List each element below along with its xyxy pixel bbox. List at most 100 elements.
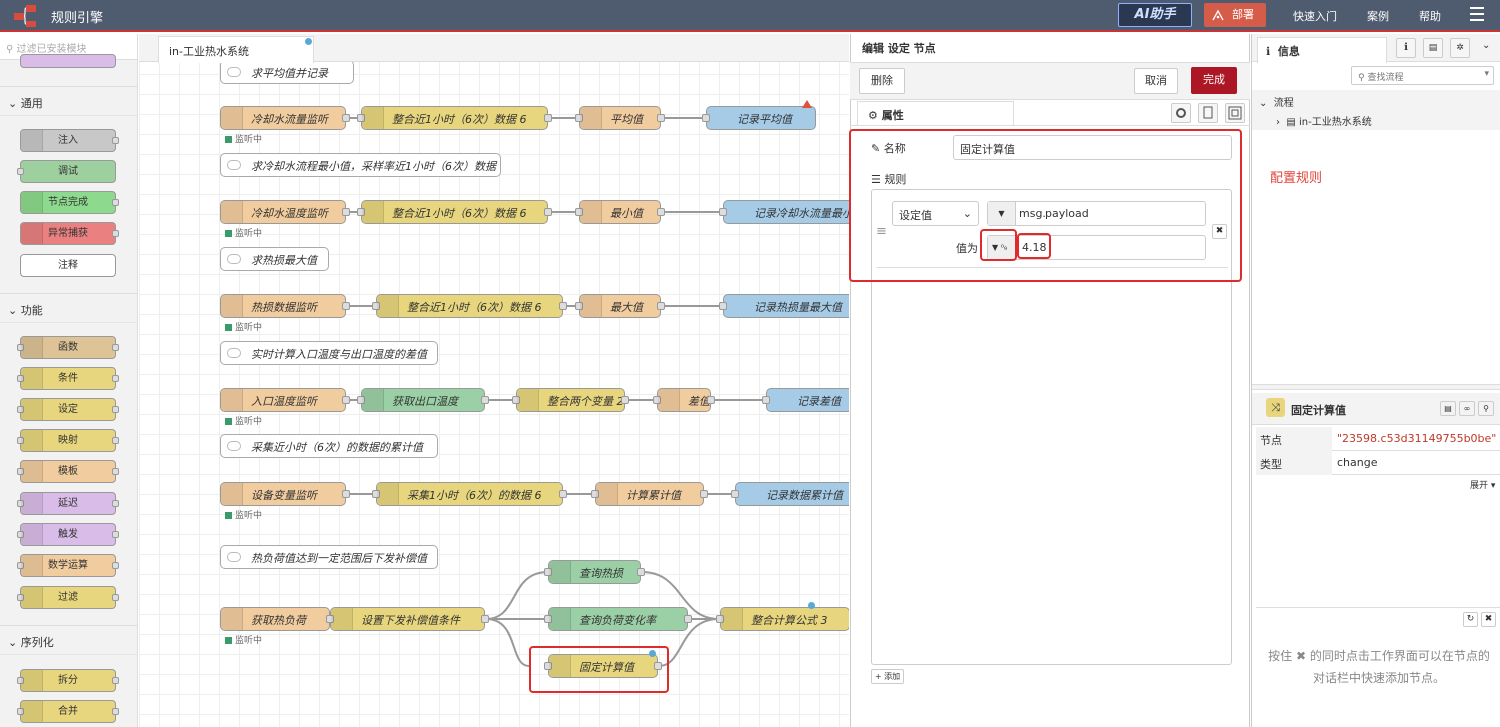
flow-search-input[interactable]: ⚲ 查找流程 ▾: [1351, 66, 1494, 85]
ai-assistant-button[interactable]: AI助手: [1118, 3, 1192, 27]
palette-node-complete[interactable]: 节点完成: [20, 191, 119, 214]
add-rule-button[interactable]: + 添加: [871, 669, 904, 684]
flow-node[interactable]: 冷却水温度监听: [220, 200, 350, 224]
changed-indicator: [808, 602, 815, 609]
palette-node-delay[interactable]: 延迟: [17, 492, 119, 515]
editor-toolbar: [850, 62, 1250, 100]
flow-comment[interactable]: 采集近小时（6次）的数据的累计值: [220, 434, 438, 458]
flow-node[interactable]: 获取出口温度: [357, 388, 489, 412]
flow-node[interactable]: 平均值: [575, 106, 665, 130]
flow-node[interactable]: 差值: [653, 388, 715, 412]
palette-node-math[interactable]: 数学运算: [17, 554, 119, 577]
palette-node-split[interactable]: 拆分: [17, 669, 119, 692]
palette-node-inject[interactable]: 注入: [20, 129, 119, 152]
hamburger-menu-icon[interactable]: [1470, 7, 1484, 21]
flow-node[interactable]: 计算累计值: [591, 482, 708, 506]
flow-node[interactable]: 查询负荷变化率: [544, 607, 692, 631]
palette-node-debug[interactable]: 调试: [17, 160, 116, 183]
prop-value: "23598.c53d31149755b0be": [1337, 432, 1497, 445]
node-label: 整合两个变量 2: [547, 395, 624, 408]
palette-node-hidden[interactable]: [20, 54, 116, 68]
delete-button[interactable]: 删除: [859, 68, 905, 94]
tab-info[interactable]: ℹ 信息: [1257, 37, 1387, 63]
expand-link[interactable]: 展开 ▾: [1470, 478, 1495, 491]
refresh-icon[interactable]: ↻: [1463, 612, 1478, 627]
menu-quickstart[interactable]: 快速入门: [1293, 8, 1337, 24]
tree-item-flow[interactable]: › ▤ in-工业热水系统: [1276, 113, 1372, 128]
book-icon[interactable]: ▤: [1440, 401, 1456, 416]
node-label: 热损数据监听: [251, 301, 317, 314]
flow-node[interactable]: 最小值: [575, 200, 665, 224]
bug-icon[interactable]: ✲: [1450, 38, 1470, 58]
flow-comment[interactable]: 求平均值并记录: [220, 60, 354, 84]
book-icon[interactable]: ▤: [1423, 38, 1443, 58]
node-type-row: 类型 change: [1256, 451, 1500, 475]
deploy-button[interactable]: 部署: [1204, 3, 1266, 27]
palette-node-change[interactable]: 设定: [17, 398, 119, 421]
flow-comment[interactable]: 实时计算入口温度与出口温度的差值: [220, 341, 438, 365]
flow-node[interactable]: 记录差值: [762, 388, 849, 412]
comment-text: 求平均值并记录: [251, 67, 328, 80]
palette-node-join[interactable]: 合并: [17, 700, 119, 723]
palette-node-template[interactable]: 模板: [17, 460, 119, 483]
flow-node[interactable]: 整合近1小时（6次）数据 6: [357, 106, 552, 130]
category-label: 通用: [20, 97, 43, 110]
flow-node[interactable]: 记录冷却水流量最小值: [719, 200, 849, 224]
flow-node[interactable]: 获取热负荷: [220, 607, 334, 631]
palette-node-filter[interactable]: 过滤: [17, 586, 119, 609]
palette-category-common[interactable]: ⌄ 通用: [0, 86, 137, 116]
tab-properties[interactable]: ⚙ 属性: [857, 101, 1014, 126]
link-icon[interactable]: ∞: [1459, 401, 1475, 416]
flow-node[interactable]: 设置下发补偿值条件: [326, 607, 489, 631]
sidebar-splitter[interactable]: [1252, 384, 1500, 390]
flow-node[interactable]: 热损数据监听: [220, 294, 350, 318]
flow-node[interactable]: 入口温度监听: [220, 388, 350, 412]
flow-node[interactable]: 整合近1小时（6次）数据 6: [357, 200, 552, 224]
node-label: 平均值: [610, 113, 643, 126]
info-icon: ℹ: [1266, 45, 1278, 58]
flow-comment[interactable]: 求冷却水流程最小值，采样率近1小时（6次）数据: [220, 153, 501, 177]
flow-node[interactable]: 采集1小时（6次）的数据 6: [372, 482, 567, 506]
flow-node[interactable]: 设备变量监听: [220, 482, 350, 506]
category-label: 功能: [20, 304, 43, 317]
palette-node-switch[interactable]: 条件: [17, 367, 119, 390]
settings-icon[interactable]: [1171, 103, 1191, 123]
palette-node-trigger[interactable]: 触发: [17, 523, 119, 546]
flow-node[interactable]: 整合计算公式 3: [716, 607, 849, 631]
sidebar-dropdown-icon[interactable]: ⌄: [1482, 40, 1490, 51]
palette-node-function[interactable]: 函数: [17, 336, 119, 359]
flow-comment[interactable]: 求热损最大值: [220, 247, 329, 271]
palette-node-label: 异常捕获: [48, 228, 88, 239]
flow-node[interactable]: 最大值: [575, 294, 665, 318]
tab-flow[interactable]: in-工业热水系统: [158, 36, 314, 63]
appearance-icon[interactable]: [1225, 103, 1245, 123]
flow-workspace[interactable]: 求平均值并记录 求冷却水流程最小值，采样率近1小时（6次）数据 求热损最大值 实…: [139, 34, 849, 727]
tree-root[interactable]: ⌄ 流程: [1259, 94, 1294, 109]
search-icon[interactable]: ⚲: [1478, 401, 1494, 416]
flow-node[interactable]: 记录数据累计值: [731, 482, 849, 506]
palette-node-range[interactable]: 映射: [17, 429, 119, 452]
flow-node[interactable]: 整合近1小时（6次）数据 6: [372, 294, 567, 318]
flow-node[interactable]: 记录平均值: [702, 106, 816, 130]
flow-node[interactable]: 记录热损量最大值: [719, 294, 849, 318]
menu-cases[interactable]: 案例: [1367, 8, 1389, 24]
flow-node[interactable]: 冷却水流量监听: [220, 106, 350, 130]
palette-node-catch[interactable]: 异常捕获: [20, 222, 119, 245]
palette-node-comment[interactable]: 注释: [20, 254, 116, 277]
menu-help[interactable]: 帮助: [1419, 8, 1441, 24]
node-info-title: 固定计算值: [1291, 404, 1346, 417]
palette-category-function[interactable]: ⌄ 功能: [0, 293, 137, 323]
cancel-button[interactable]: 取消: [1134, 68, 1178, 94]
palette-node-label: 过滤: [58, 592, 78, 603]
comment-icon: [227, 254, 241, 264]
flow-comment[interactable]: 热负荷值达到一定范围后下发补偿值: [220, 545, 438, 569]
listen-icon: [221, 608, 243, 630]
flow-node[interactable]: 整合两个变量 2: [512, 388, 629, 412]
node-label: 计算累计值: [626, 489, 681, 502]
flow-node[interactable]: 查询热损: [544, 560, 645, 584]
palette-category-sequence[interactable]: ⌄ 序列化: [0, 625, 137, 655]
description-icon[interactable]: [1198, 103, 1218, 123]
info-tab-icon[interactable]: ℹ: [1396, 38, 1416, 58]
close-icon[interactable]: ✖: [1481, 612, 1496, 627]
done-button[interactable]: 完成: [1191, 67, 1237, 94]
